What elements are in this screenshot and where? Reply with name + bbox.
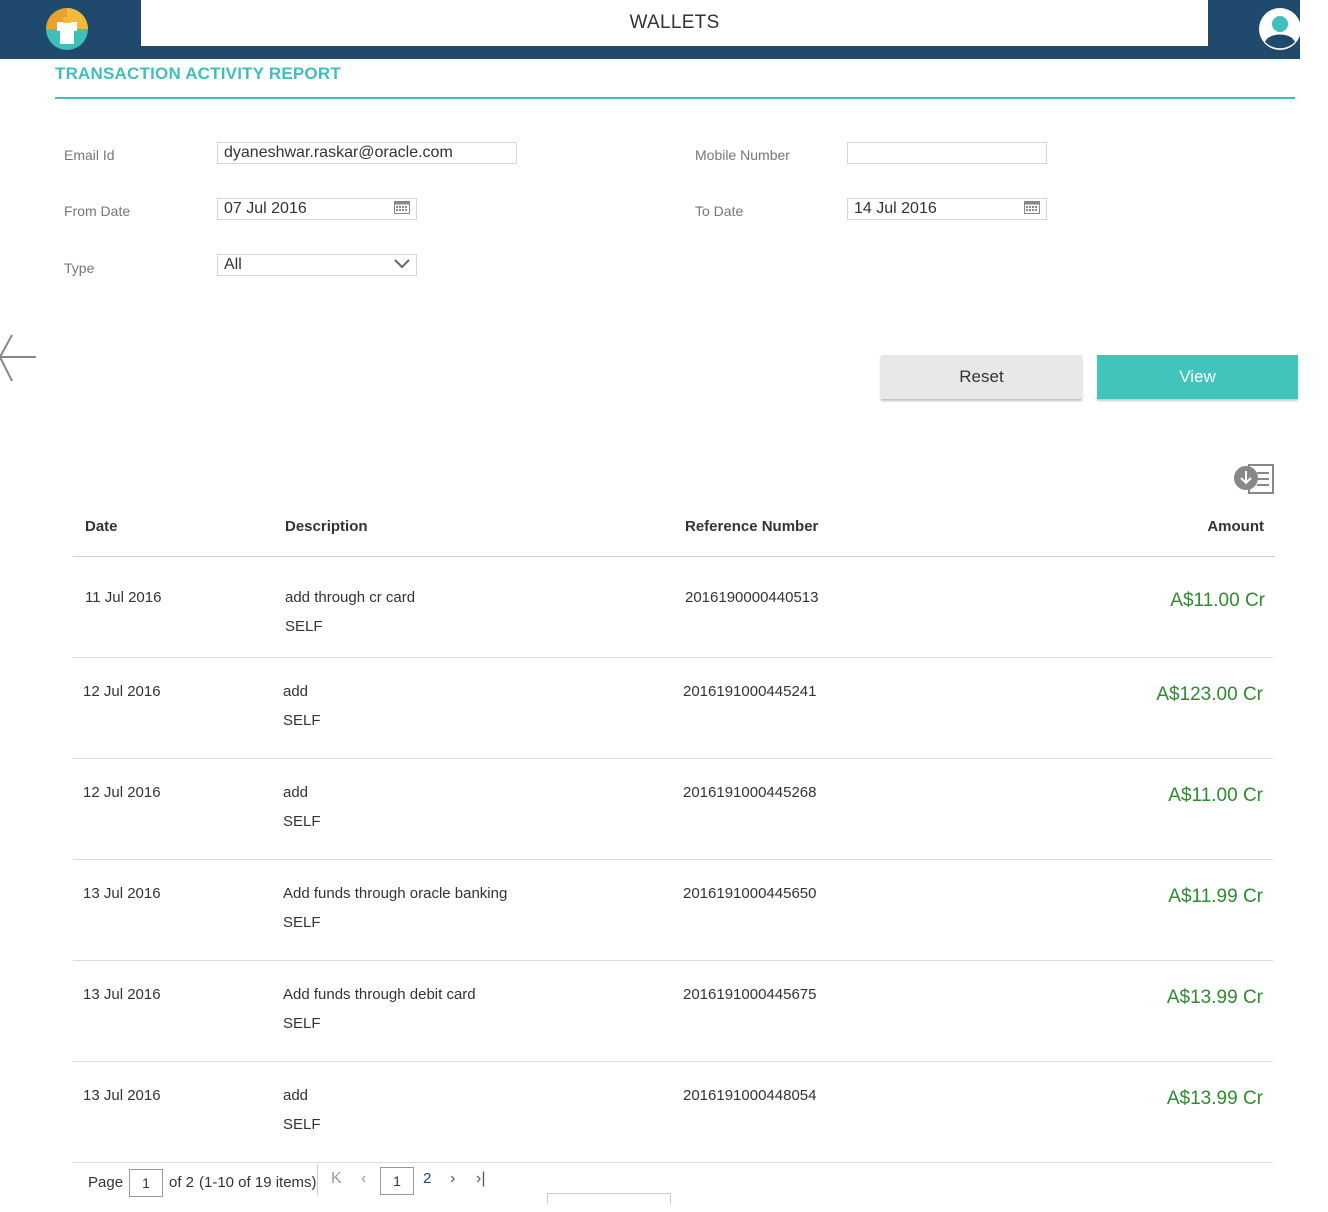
email-field[interactable]: dyaneshwar.raskar@oracle.com bbox=[217, 142, 517, 164]
type-label: Type bbox=[64, 260, 95, 276]
top-bar: WALLETS bbox=[0, 0, 1301, 59]
row-subtext: SELF bbox=[283, 914, 321, 931]
row-subtext: SELF bbox=[283, 712, 321, 729]
from-date-value: 07 Jul 2016 bbox=[224, 200, 307, 217]
download-report-icon[interactable] bbox=[1233, 462, 1275, 494]
row-reference: 2016190000440513 bbox=[685, 589, 819, 606]
row-reference: 2016191000448054 bbox=[683, 1087, 817, 1104]
column-header-amount[interactable]: Amount bbox=[1110, 518, 1264, 535]
back-arrow-icon[interactable] bbox=[0, 333, 36, 383]
row-date: 12 Jul 2016 bbox=[83, 784, 161, 801]
table-row[interactable]: 13 Jul 2016 Add funds through oracle ban… bbox=[73, 860, 1273, 961]
page-label: Page bbox=[88, 1174, 124, 1191]
row-description: Add funds through oracle banking bbox=[283, 885, 508, 902]
row-description: add bbox=[283, 1087, 309, 1104]
calendar-icon[interactable] bbox=[394, 199, 410, 220]
type-value: All bbox=[224, 256, 242, 273]
column-header-reference[interactable]: Reference Number bbox=[685, 518, 818, 535]
row-amount: A$13.99 Cr bbox=[1166, 1088, 1263, 1109]
previous-page-icon[interactable]: ‹ bbox=[361, 1170, 366, 1188]
row-description: Add funds through debit card bbox=[283, 986, 476, 1003]
page-title: TRANSACTION ACTIVITY REPORT bbox=[55, 64, 341, 83]
table-row[interactable]: 13 Jul 2016 add SELF 2016191000448054 A$… bbox=[73, 1062, 1273, 1163]
last-page-icon[interactable]: ›| bbox=[476, 1170, 485, 1188]
pagination: Page 1 of 2 (1-10 of 19 items) K ‹ 1 2 ›… bbox=[73, 1157, 1273, 1207]
chevron-down-icon bbox=[394, 255, 410, 275]
row-subtext: SELF bbox=[285, 618, 323, 635]
row-reference: 2016191000445675 bbox=[683, 986, 817, 1003]
view-button[interactable]: View bbox=[1097, 355, 1298, 399]
app-title: WALLETS bbox=[141, 0, 1208, 46]
row-amount: A$11.00 Cr bbox=[1168, 785, 1263, 806]
email-value: dyaneshwar.raskar@oracle.com bbox=[224, 144, 453, 161]
from-date-field[interactable]: 07 Jul 2016 bbox=[217, 198, 417, 220]
table-row[interactable]: 12 Jul 2016 add SELF 2016191000445268 A$… bbox=[73, 759, 1273, 860]
row-reference: 2016191000445268 bbox=[683, 784, 817, 801]
page-2-link[interactable]: 2 bbox=[423, 1170, 431, 1187]
table-row[interactable]: 11 Jul 2016 add through cr card SELF 201… bbox=[73, 557, 1273, 658]
table-row[interactable]: 13 Jul 2016 Add funds through debit card… bbox=[73, 961, 1273, 1062]
row-date: 12 Jul 2016 bbox=[83, 683, 161, 700]
row-description: add through cr card bbox=[285, 589, 416, 606]
next-page-icon[interactable]: › bbox=[450, 1170, 455, 1188]
mobile-field[interactable] bbox=[847, 142, 1047, 164]
row-subtext: SELF bbox=[283, 813, 321, 830]
title-divider bbox=[55, 97, 1295, 99]
row-reference: 2016191000445241 bbox=[683, 683, 817, 700]
calendar-icon[interactable] bbox=[1024, 199, 1040, 220]
row-date: 13 Jul 2016 bbox=[83, 1087, 161, 1104]
page-items-count: (1-10 of 19 items) bbox=[199, 1174, 317, 1191]
row-subtext: SELF bbox=[283, 1015, 321, 1032]
mobile-label: Mobile Number bbox=[695, 147, 790, 163]
to-date-label: To Date bbox=[695, 203, 744, 219]
row-subtext: SELF bbox=[283, 1116, 321, 1133]
row-description: add bbox=[283, 683, 309, 700]
row-amount: A$123.00 Cr bbox=[1156, 684, 1263, 705]
row-amount: A$13.99 Cr bbox=[1166, 987, 1263, 1008]
pager-divider bbox=[317, 1165, 318, 1195]
row-date: 11 Jul 2016 bbox=[85, 589, 162, 606]
row-date: 13 Jul 2016 bbox=[83, 885, 161, 902]
row-description: add bbox=[283, 784, 309, 801]
user-avatar-icon[interactable] bbox=[1259, 8, 1301, 50]
row-amount: A$11.00 Cr bbox=[1170, 590, 1265, 611]
to-date-field[interactable]: 14 Jul 2016 bbox=[847, 198, 1047, 220]
from-date-label: From Date bbox=[64, 203, 131, 219]
first-page-icon[interactable]: K bbox=[331, 1170, 342, 1188]
column-header-description[interactable]: Description bbox=[285, 518, 368, 535]
row-amount: A$11.99 Cr bbox=[1168, 886, 1263, 907]
wallet-logo-icon[interactable] bbox=[46, 8, 88, 50]
reset-button[interactable]: Reset bbox=[881, 355, 1082, 399]
page-number-input[interactable]: 1 bbox=[129, 1169, 163, 1197]
page-total: of 2 bbox=[169, 1174, 195, 1191]
row-date: 13 Jul 2016 bbox=[83, 986, 161, 1003]
to-date-value: 14 Jul 2016 bbox=[854, 200, 937, 217]
email-label: Email Id bbox=[64, 147, 115, 163]
page-size-select[interactable] bbox=[547, 1193, 671, 1204]
table-row[interactable]: 12 Jul 2016 add SELF 2016191000445241 A$… bbox=[73, 658, 1273, 759]
row-reference: 2016191000445650 bbox=[683, 885, 817, 902]
current-page-button[interactable]: 1 bbox=[380, 1167, 414, 1195]
type-select[interactable]: All bbox=[217, 254, 417, 276]
column-header-date[interactable]: Date bbox=[85, 518, 118, 535]
